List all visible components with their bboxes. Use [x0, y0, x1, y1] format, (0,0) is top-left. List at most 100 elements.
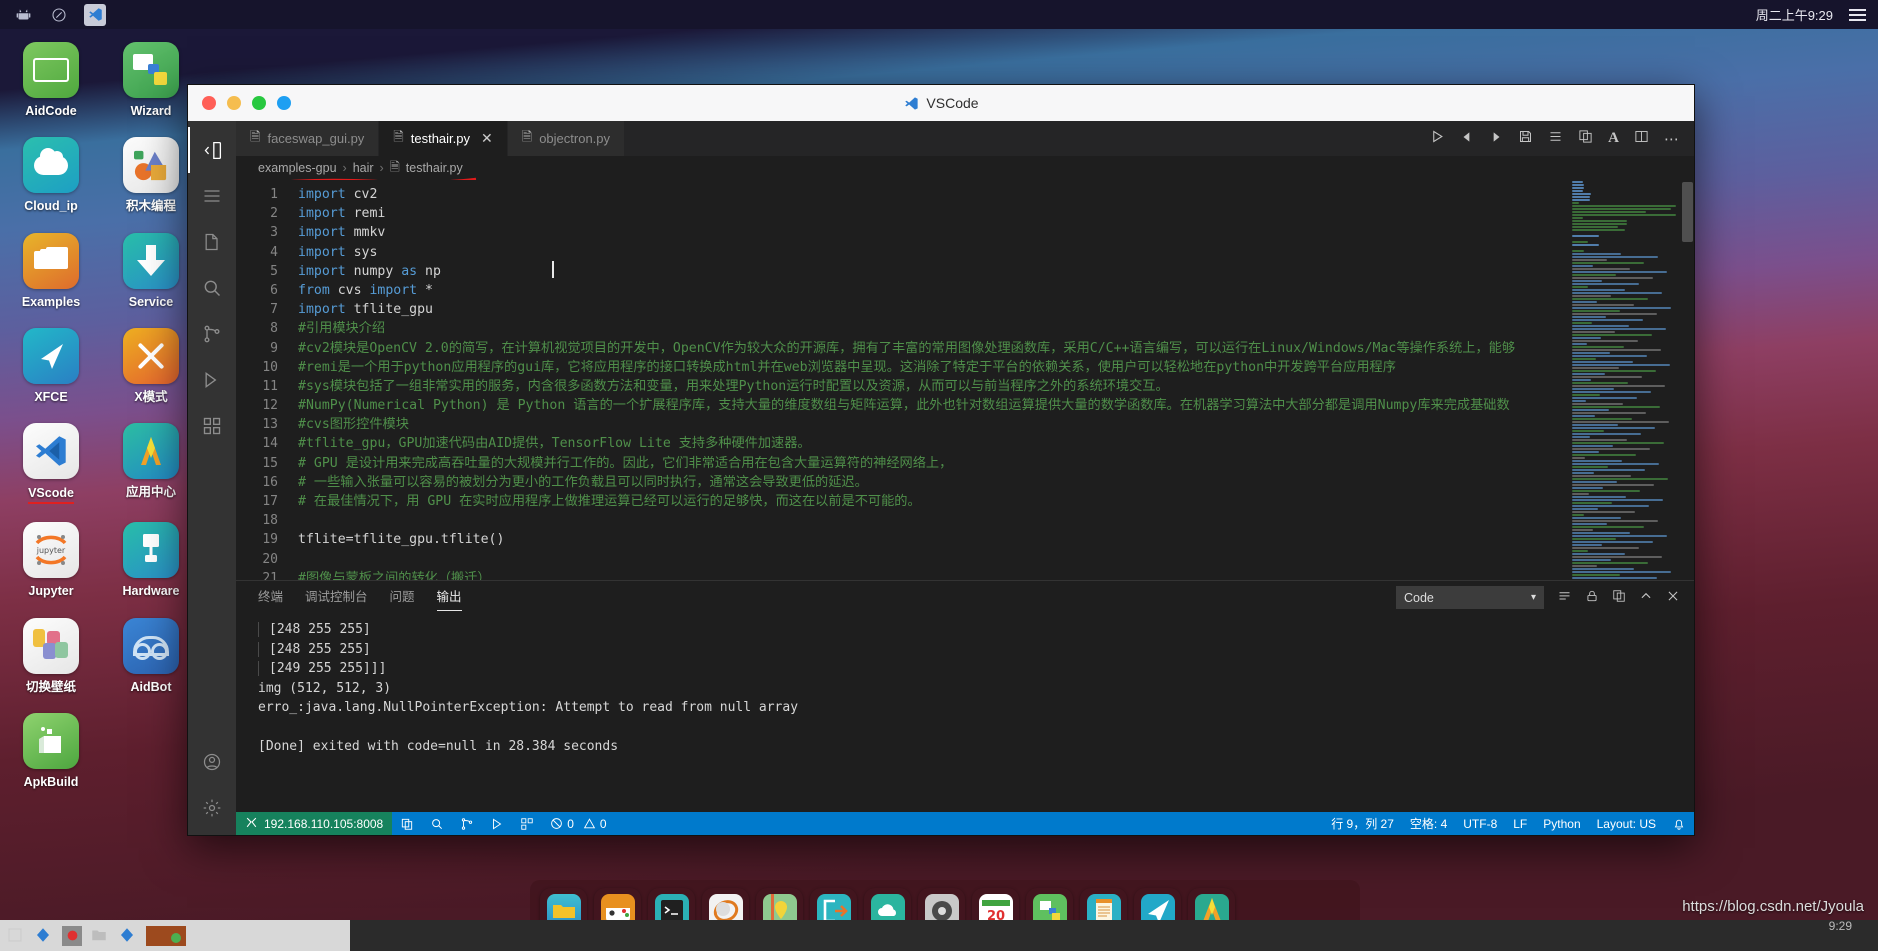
android-icon[interactable]	[12, 4, 34, 26]
code-line[interactable]	[298, 511, 1694, 530]
taskbar-icon-diamond2[interactable]	[118, 926, 138, 946]
vscode-taskbar-icon[interactable]	[84, 3, 106, 26]
scrollbar-thumb[interactable]	[1682, 182, 1693, 242]
desktop-icon-aidbot[interactable]: AidBot	[110, 617, 192, 695]
tab-faceswap-gui[interactable]: 🗎 faceswap_gui.py	[236, 121, 380, 156]
status-language-mode[interactable]: Python	[1535, 812, 1588, 835]
code-line[interactable]: import remi	[298, 204, 1694, 223]
outline-list-icon[interactable]	[1548, 129, 1563, 148]
panel-tab-output[interactable]: 输出	[436, 586, 462, 611]
code-line[interactable]: #引用模块介绍	[298, 319, 1694, 338]
desktop-icon-xmode[interactable]: X模式	[110, 327, 192, 405]
status-source-control-icon[interactable]	[452, 812, 482, 835]
code-line[interactable]: #图像与蒙板之间的转化（搬迁）	[298, 569, 1694, 580]
taskbar-icon-terminal[interactable]	[146, 925, 186, 946]
menu-icon[interactable]	[1849, 8, 1866, 21]
code-line[interactable]: #cvs图形控件模块	[298, 415, 1694, 434]
status-indentation[interactable]: 空格: 4	[1402, 812, 1455, 835]
desktop-icon-hardware[interactable]: Hardware	[110, 522, 192, 599]
output-channel-select[interactable]: Code ▾	[1396, 586, 1544, 609]
navigate-forward-icon[interactable]	[1489, 130, 1503, 148]
code-line[interactable]: tflite=tflite_gpu.tflite()	[298, 530, 1694, 549]
desktop-icon-wizard[interactable]: Wizard	[110, 42, 192, 119]
desktop-icon-cloud-ip[interactable]: Cloud_ip	[10, 137, 92, 214]
minimap[interactable]	[1568, 180, 1680, 580]
code-line[interactable]: import mmkv	[298, 223, 1694, 242]
desktop-icon-apkbuild[interactable]: ApkBuild	[10, 712, 92, 790]
breadcrumb-item-file[interactable]: testhair.py	[406, 161, 463, 175]
code-line[interactable]: #cv2模块是OpenCV 2.0的简写，在计算机视觉项目的开发中，OpenCV…	[298, 339, 1694, 358]
search-icon[interactable]	[188, 265, 236, 311]
code-line[interactable]: import sys	[298, 243, 1694, 262]
more-actions-icon[interactable]: ⋯	[1664, 130, 1680, 148]
notifications-bell-icon[interactable]	[1664, 812, 1694, 835]
desktop-icon-aidcode[interactable]: AidCode	[10, 42, 92, 119]
menu-lines-icon[interactable]	[188, 173, 236, 219]
compass-icon[interactable]	[48, 4, 70, 26]
code-line[interactable]: # GPU 是设计用来完成高吞吐量的大规模并行工作的。因此，它们非常适合用在包含…	[298, 454, 1694, 473]
code-line[interactable]: # 在最佳情况下，用 GPU 在实时应用程序上做推理运算已经可以运行的足够快，而…	[298, 492, 1694, 511]
code-editor[interactable]: 1234567891011121314151617181920212223 im…	[236, 180, 1694, 580]
panel-tab-problems[interactable]: 问题	[390, 586, 415, 609]
split-editor-icon[interactable]	[1634, 129, 1649, 148]
save-icon[interactable]	[1518, 129, 1533, 148]
panel-tab-terminal[interactable]: 终端	[258, 586, 283, 609]
open-in-editor-icon[interactable]	[1612, 589, 1626, 606]
files-icon[interactable]	[188, 219, 236, 265]
status-encoding[interactable]: UTF-8	[1455, 812, 1505, 835]
status-cursor-position[interactable]: 行 9，列 27	[1323, 812, 1402, 835]
status-search-icon[interactable]	[422, 812, 452, 835]
close-tab-icon[interactable]: ✕	[481, 130, 493, 147]
desktop-icon-service[interactable]: Service	[110, 232, 192, 310]
run-debug-icon[interactable]	[188, 357, 236, 403]
source-control-icon[interactable]	[188, 311, 236, 357]
code-line[interactable]: import tflite_gpu	[298, 300, 1694, 319]
taskbar-icon-folder[interactable]	[90, 926, 110, 946]
open-changes-icon[interactable]	[1578, 129, 1593, 148]
code-line[interactable]: import numpy as np	[298, 262, 1694, 281]
status-eol[interactable]: LF	[1505, 812, 1535, 835]
desktop-icon-appcenter[interactable]: 应用中心	[110, 423, 192, 504]
lock-scroll-icon[interactable]	[1585, 589, 1599, 606]
status-extensions-icon[interactable]	[512, 812, 542, 835]
taskbar-icon-blue-diamond[interactable]	[34, 926, 54, 946]
tab-testhair[interactable]: 🗎 testhair.py ✕	[379, 121, 508, 156]
desktop-icon-vscode[interactable]: VScode	[10, 423, 92, 505]
status-problems[interactable]: 0 0	[542, 812, 614, 835]
status-run-icon[interactable]	[482, 812, 512, 835]
status-keyboard-layout[interactable]: Layout: US	[1589, 812, 1664, 835]
code-line[interactable]: # 一些输入张量可以容易的被划分为更小的工作负载且可以同时执行，通常这会导致更低…	[298, 473, 1694, 492]
account-icon[interactable]	[188, 739, 236, 785]
desktop-icon-xfce[interactable]: XFCE	[10, 327, 92, 405]
taskbar-icon-record[interactable]	[62, 925, 82, 946]
navigate-back-icon[interactable]	[1460, 130, 1474, 148]
run-python-file-icon[interactable]	[1430, 129, 1445, 148]
desktop-icon-wallpaper[interactable]: 切换壁纸	[10, 617, 92, 695]
breadcrumb-item-subfolder[interactable]: hair	[353, 161, 374, 175]
status-copy-icon[interactable]	[392, 812, 422, 835]
breadcrumb-item-folder[interactable]: examples-gpu	[258, 161, 337, 175]
maximize-panel-icon[interactable]	[1639, 589, 1653, 606]
code-line[interactable]: #remi是一个用于python应用程序的gui库，它将应用程序的接口转换成ht…	[298, 358, 1694, 377]
desktop-icon-examples[interactable]: Examples	[10, 232, 92, 310]
editor-scrollbar[interactable]	[1680, 180, 1694, 580]
code-line[interactable]	[298, 550, 1694, 569]
settings-gear-icon[interactable]	[188, 785, 236, 831]
code-line[interactable]: #sys模块包括了一组非常实用的服务，内含很多函数方法和变量，用来处理Pytho…	[298, 377, 1694, 396]
desktop-icon-jupyter[interactable]: jupyter Jupyter	[10, 522, 92, 599]
clear-output-icon[interactable]	[1557, 589, 1572, 607]
code-line[interactable]: import cv2	[298, 185, 1694, 204]
taskbar-icon-files[interactable]	[6, 926, 26, 946]
format-font-icon[interactable]: A	[1608, 130, 1619, 147]
extensions-icon[interactable]	[188, 403, 236, 449]
tab-objectron[interactable]: 🗎 objectron.py	[507, 121, 626, 156]
code-content[interactable]: import cv2 import remi import mmkv import s…	[292, 180, 1694, 580]
desktop-icon-blockly[interactable]: 积木编程	[110, 137, 192, 214]
panel-tab-debug-console[interactable]: 调试控制台	[305, 586, 368, 609]
code-line[interactable]: from cvs import *	[298, 281, 1694, 300]
explorer-icon[interactable]	[188, 127, 236, 173]
code-line[interactable]: #tflite_gpu，GPU加速代码由AID提供，TensorFlow Lit…	[298, 434, 1694, 453]
remote-window-indicator[interactable]: 192.168.110.105:8008	[236, 812, 393, 835]
close-panel-icon[interactable]	[1666, 589, 1680, 606]
code-line[interactable]: #NumPy(Numerical Python) 是 Python 语言的一个扩…	[298, 396, 1694, 415]
